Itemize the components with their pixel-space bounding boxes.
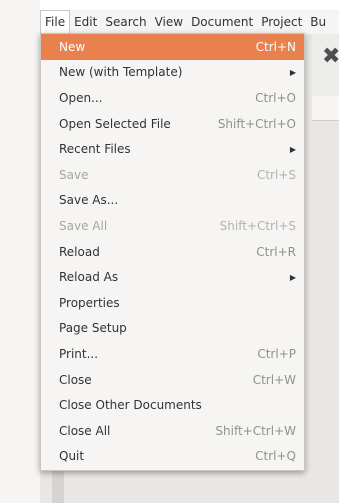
menu-item-label: Page Setup: [59, 321, 127, 336]
menu-file[interactable]: File: [40, 10, 71, 34]
menu-item-label: Properties: [59, 295, 120, 310]
menu-item-label: Reload: [59, 244, 100, 259]
menu-edit[interactable]: Edit: [70, 10, 101, 34]
menu-item-new[interactable]: New Ctrl+N: [41, 34, 304, 60]
menu-item-label: Quit: [59, 449, 85, 464]
menu-item-shortcut: Ctrl+S: [256, 167, 296, 182]
menu-item-label: Save As...: [59, 193, 119, 208]
menu-item-label: Reload As: [59, 270, 119, 285]
menu-item-label: Close: [59, 372, 92, 387]
menu-item-save-all: Save All Shift+Ctrl+S: [41, 213, 304, 239]
menu-item-save: Save Ctrl+S: [41, 162, 304, 188]
menu-item-label: Save All: [59, 218, 108, 233]
menu-item-close-other-documents[interactable]: Close Other Documents: [41, 392, 304, 418]
menu-item-label: Close All: [59, 423, 111, 438]
triangle-right-icon: ▶: [289, 144, 296, 154]
menu-item-close-all[interactable]: Close All Shift+Ctrl+W: [41, 418, 304, 444]
menu-item-new-with-template[interactable]: New (with Template) ▶: [41, 60, 304, 86]
menu-item-label: Open...: [59, 90, 103, 105]
menu-document[interactable]: Document: [187, 10, 257, 34]
menu-item-reload[interactable]: Reload Ctrl+R: [41, 239, 304, 265]
left-gutter: [0, 0, 40, 503]
menu-item-page-setup[interactable]: Page Setup: [41, 316, 304, 342]
menu-project[interactable]: Project: [257, 10, 306, 34]
menu-item-shortcut: Ctrl+Q: [255, 449, 296, 464]
menu-item-label: Print...: [59, 346, 99, 361]
menu-view[interactable]: View: [151, 10, 187, 34]
menu-build[interactable]: Bu: [306, 10, 330, 34]
menu-item-label: Recent Files: [59, 142, 131, 157]
menu-item-shortcut: Ctrl+R: [256, 244, 296, 259]
menubar: File Edit Search View Document Project B…: [40, 10, 339, 34]
menu-item-save-as[interactable]: Save As...: [41, 188, 304, 214]
menu-item-label: New: [59, 39, 86, 54]
menu-item-open[interactable]: Open... Ctrl+O: [41, 85, 304, 111]
menu-item-label: Save: [59, 167, 89, 182]
menu-item-shortcut: Shift+Ctrl+W: [215, 423, 296, 438]
menu-item-properties[interactable]: Properties: [41, 290, 304, 316]
close-icon[interactable]: ✖: [322, 44, 339, 69]
menu-item-label: Open Selected File: [59, 116, 171, 131]
menu-item-shortcut: Ctrl+P: [257, 346, 296, 361]
menu-item-recent-files[interactable]: Recent Files ▶: [41, 136, 304, 162]
menu-item-shortcut: Ctrl+O: [255, 90, 296, 105]
menu-item-shortcut: Ctrl+W: [252, 372, 296, 387]
file-menu-dropdown: New Ctrl+N New (with Template) ▶ Open...…: [40, 33, 305, 471]
menu-item-shortcut: Shift+Ctrl+S: [219, 218, 296, 233]
menu-item-shortcut: Shift+Ctrl+O: [217, 116, 296, 131]
menu-item-quit[interactable]: Quit Ctrl+Q: [41, 444, 304, 470]
menu-item-close[interactable]: Close Ctrl+W: [41, 367, 304, 393]
menu-item-open-selected-file[interactable]: Open Selected File Shift+Ctrl+O: [41, 111, 304, 137]
menu-item-reload-as[interactable]: Reload As ▶: [41, 264, 304, 290]
menu-item-label: Close Other Documents: [59, 398, 202, 413]
tab-strip: [312, 96, 339, 121]
triangle-right-icon: ▶: [289, 272, 296, 282]
triangle-right-icon: ▶: [289, 67, 296, 77]
menu-item-shortcut: Ctrl+N: [255, 39, 296, 54]
menu-search[interactable]: Search: [101, 10, 150, 34]
menu-item-print[interactable]: Print... Ctrl+P: [41, 341, 304, 367]
menu-item-label: New (with Template): [59, 65, 183, 80]
